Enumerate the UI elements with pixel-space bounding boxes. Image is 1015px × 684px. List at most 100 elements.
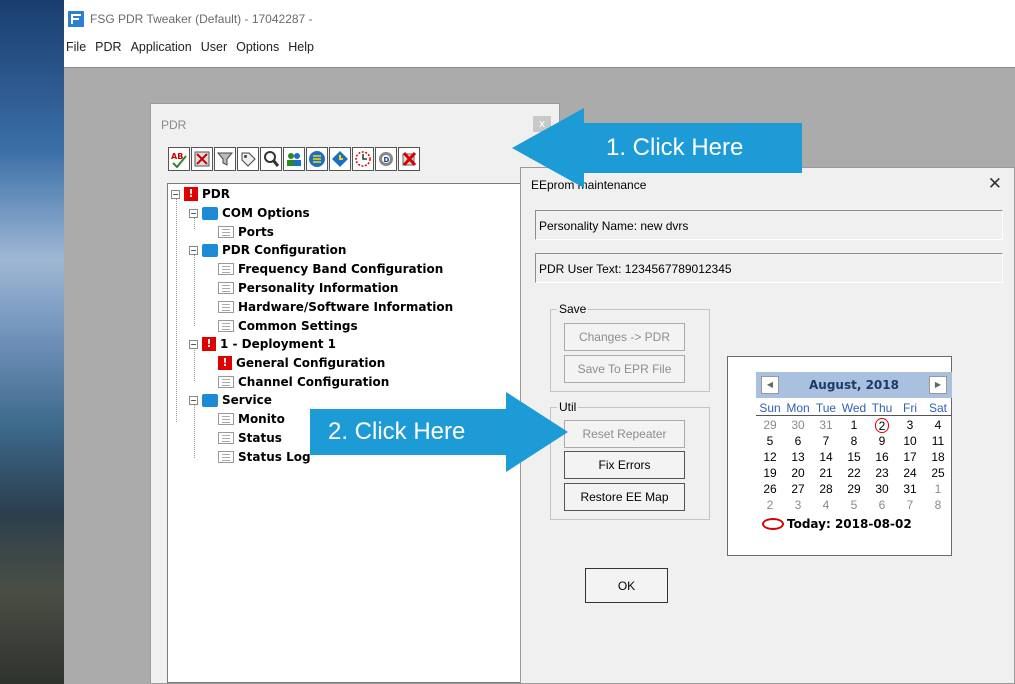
- menu-file[interactable]: File: [66, 40, 86, 62]
- calendar-day[interactable]: 28: [812, 482, 840, 497]
- calendar-day[interactable]: 25: [924, 466, 952, 481]
- tree-node-general-configuration[interactable]: ! General Configuration: [218, 356, 385, 370]
- calendar-day[interactable]: 14: [812, 450, 840, 465]
- changes-to-pdr-button[interactable]: Changes -> PDR: [564, 323, 685, 351]
- collapse-icon[interactable]: −: [171, 189, 180, 199]
- fix-errors-button[interactable]: Fix Errors: [564, 451, 685, 479]
- calendar-day[interactable]: 8: [840, 434, 868, 449]
- tree-label: Personality Information: [238, 281, 399, 295]
- calendar-day[interactable]: 30: [868, 482, 896, 497]
- weekday-label: Fri: [903, 401, 917, 415]
- calendar-day[interactable]: 26: [756, 482, 784, 497]
- tree-node-service[interactable]: − Service: [189, 393, 272, 407]
- menu-help[interactable]: Help: [288, 40, 314, 62]
- document-icon: [218, 263, 234, 275]
- calendar-day[interactable]: 23: [868, 466, 896, 481]
- calendar-day[interactable]: 18: [924, 450, 952, 465]
- callout-text: 2. Click Here: [310, 409, 506, 455]
- tree-node-pdr-configuration[interactable]: − PDR Configuration: [189, 243, 346, 257]
- spell-check-icon[interactable]: AB: [168, 147, 190, 171]
- calendar-day[interactable]: 6: [868, 498, 896, 513]
- calendar-day[interactable]: 2: [756, 498, 784, 513]
- restore-ee-map-button[interactable]: Restore EE Map: [564, 483, 685, 511]
- delete-icon[interactable]: [398, 147, 420, 171]
- tree-label: General Configuration: [236, 356, 386, 370]
- calendar-day[interactable]: 27: [784, 482, 812, 497]
- calendar-day[interactable]: 30: [784, 418, 812, 433]
- collapse-icon[interactable]: −: [189, 245, 198, 255]
- calendar-day[interactable]: 8: [924, 498, 952, 513]
- svg-text:AB: AB: [171, 152, 183, 161]
- tree-node-ports[interactable]: Ports: [218, 225, 274, 239]
- tree-node-deployment[interactable]: − ! 1 - Deployment 1: [189, 337, 336, 351]
- calendar-day[interactable]: 24: [896, 466, 924, 481]
- collapse-icon[interactable]: −: [189, 395, 198, 405]
- dialog-close-button[interactable]: ✕: [988, 174, 1002, 194]
- next-month-icon[interactable]: ▶: [928, 376, 947, 394]
- calendar-day[interactable]: 11: [924, 434, 952, 449]
- settings-icon[interactable]: D: [375, 147, 397, 171]
- menu-options[interactable]: Options: [236, 40, 279, 62]
- tree-node-status[interactable]: Status: [218, 431, 282, 445]
- tools-icon[interactable]: [191, 147, 213, 171]
- search-icon[interactable]: [260, 147, 282, 171]
- menu-pdr[interactable]: PDR: [95, 40, 121, 62]
- reset-repeater-button[interactable]: Reset Repeater: [564, 420, 685, 448]
- tag-icon[interactable]: [237, 147, 259, 171]
- weekday-label: Wed: [841, 401, 867, 415]
- calendar-day[interactable]: 10: [896, 434, 924, 449]
- list-icon[interactable]: [306, 147, 328, 171]
- tree-node-monitor[interactable]: Monito: [218, 412, 285, 426]
- calendar-day[interactable]: 7: [812, 434, 840, 449]
- calendar-day[interactable]: 3: [896, 418, 924, 433]
- menu-application[interactable]: Application: [131, 40, 192, 62]
- calendar-today-link[interactable]: Today: 2018-08-02: [762, 517, 912, 531]
- calendar-day[interactable]: 22: [840, 466, 868, 481]
- callout-arrow-left: [512, 108, 584, 188]
- calendar-day[interactable]: 21: [812, 466, 840, 481]
- tree-node-hw-sw-information[interactable]: Hardware/Software Information: [218, 300, 453, 314]
- menu-user[interactable]: User: [201, 40, 227, 62]
- filter-icon[interactable]: [214, 147, 236, 171]
- calendar-day[interactable]: 31: [812, 418, 840, 433]
- tree-node-frequency-band[interactable]: Frequency Band Configuration: [218, 262, 443, 276]
- tree-node-com-options[interactable]: − COM Options: [189, 206, 310, 220]
- calendar-day[interactable]: 16: [868, 450, 896, 465]
- calendar-day[interactable]: 5: [840, 498, 868, 513]
- calendar-day[interactable]: 19: [756, 466, 784, 481]
- save-to-epr-file-button[interactable]: Save To EPR File: [564, 355, 685, 383]
- calendar-day[interactable]: 31: [896, 482, 924, 497]
- calendar-day[interactable]: 13: [784, 450, 812, 465]
- calendar-icon[interactable]: [352, 147, 374, 171]
- calendar-day[interactable]: 20: [784, 466, 812, 481]
- document-icon: [218, 320, 234, 332]
- calendar-day-today[interactable]: 2: [868, 418, 896, 433]
- calendar-day[interactable]: 12: [756, 450, 784, 465]
- calendar-day[interactable]: 1: [924, 482, 952, 497]
- tree-node-status-log[interactable]: Status Log: [218, 450, 311, 464]
- calendar-day[interactable]: 15: [840, 450, 868, 465]
- calendar-day[interactable]: 4: [812, 498, 840, 513]
- calendar-day[interactable]: 4: [924, 418, 952, 433]
- calendar-day[interactable]: 3: [784, 498, 812, 513]
- calendar-day[interactable]: 9: [868, 434, 896, 449]
- tree-node-personality-information[interactable]: Personality Information: [218, 281, 398, 295]
- calendar-day[interactable]: 29: [840, 482, 868, 497]
- clock-icon[interactable]: [329, 147, 351, 171]
- ok-button[interactable]: OK: [585, 568, 668, 603]
- calendar-day[interactable]: 5: [756, 434, 784, 449]
- collapse-icon[interactable]: −: [189, 339, 198, 349]
- tree-node-pdr[interactable]: − ! PDR: [171, 187, 230, 201]
- tree-node-common-settings[interactable]: Common Settings: [218, 319, 358, 333]
- users-icon[interactable]: [283, 147, 305, 171]
- calendar-day[interactable]: 1: [840, 418, 868, 433]
- collapse-icon[interactable]: −: [189, 208, 198, 218]
- document-icon: [218, 432, 234, 444]
- prev-month-icon[interactable]: ◀: [761, 376, 779, 394]
- calendar-day[interactable]: 7: [896, 498, 924, 513]
- calendar-day[interactable]: 6: [784, 434, 812, 449]
- tree-node-channel-configuration[interactable]: Channel Configuration: [218, 375, 389, 389]
- today-label: Today: 2018-08-02: [787, 517, 912, 531]
- calendar-day[interactable]: 17: [896, 450, 924, 465]
- calendar-day[interactable]: 29: [756, 418, 784, 433]
